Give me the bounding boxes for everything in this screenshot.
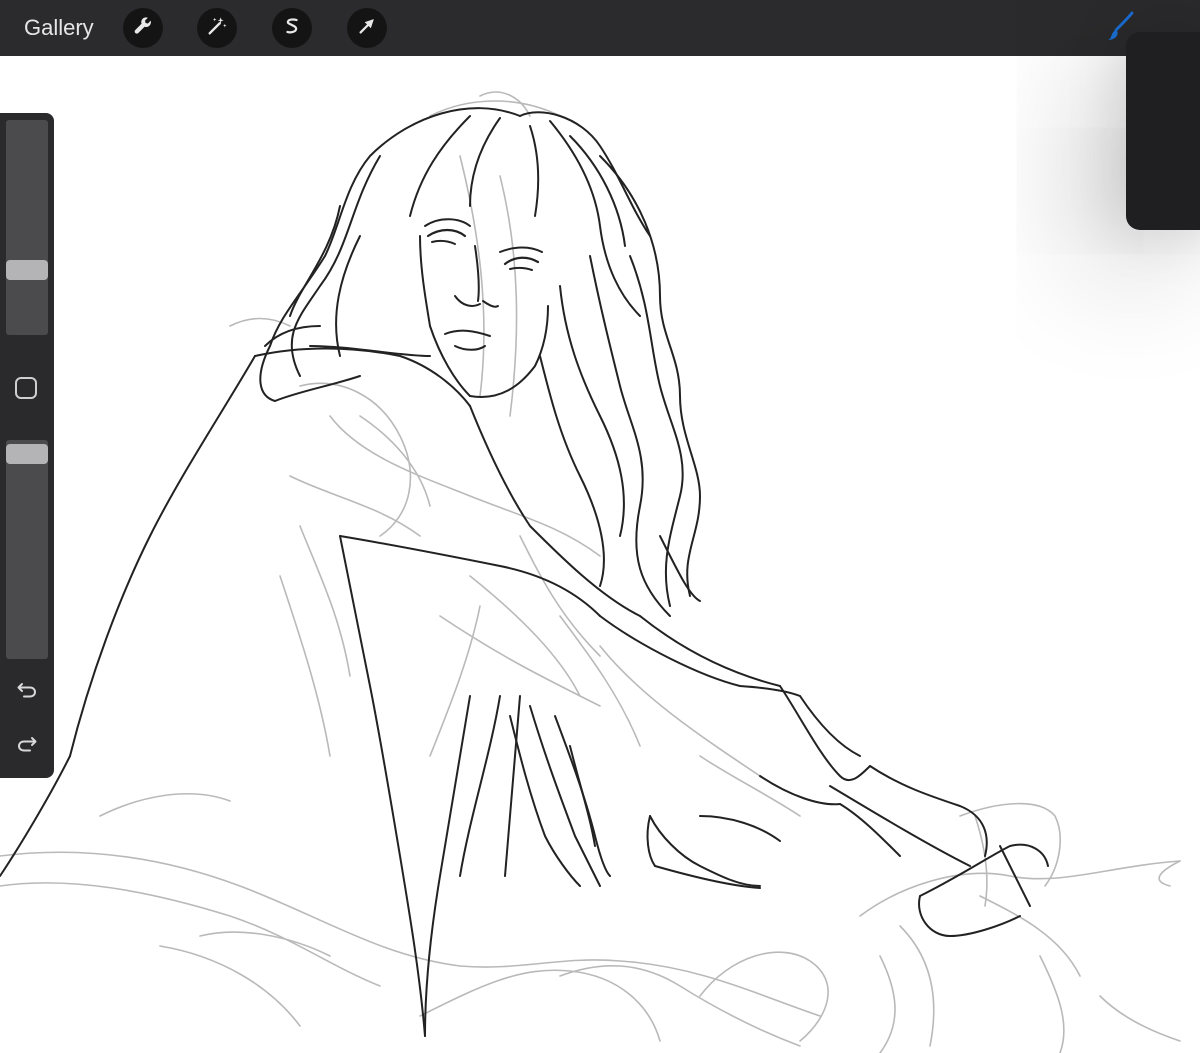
selection-s-icon	[281, 15, 303, 42]
left-sidebar	[0, 113, 54, 778]
procreate-app: Gallery	[0, 0, 1200, 1053]
undo-icon	[16, 679, 38, 706]
transform-button[interactable]	[347, 8, 387, 48]
redo-button[interactable]	[14, 733, 40, 759]
actions-button[interactable]	[123, 8, 163, 48]
sketch-drawing	[0, 91, 1181, 1053]
magic-wand-icon	[206, 15, 228, 42]
opacity-thumb[interactable]	[6, 444, 48, 464]
square-icon[interactable]	[15, 377, 37, 399]
wrench-icon	[132, 15, 154, 42]
drawing-canvas[interactable]	[0, 56, 1200, 1053]
undo-button[interactable]	[14, 679, 40, 705]
brush-size-thumb[interactable]	[6, 260, 48, 280]
selection-button[interactable]	[272, 8, 312, 48]
construction-sketch	[0, 91, 1181, 1053]
top-toolbar: Gallery	[0, 0, 1200, 56]
brush-library-popover[interactable]	[1126, 32, 1200, 230]
opacity-slider[interactable]	[6, 440, 48, 659]
gallery-button[interactable]: Gallery	[24, 14, 94, 42]
arrow-cursor-icon	[356, 15, 378, 42]
brush-size-slider[interactable]	[6, 120, 48, 335]
redo-icon	[16, 733, 38, 760]
adjustments-button[interactable]	[197, 8, 237, 48]
